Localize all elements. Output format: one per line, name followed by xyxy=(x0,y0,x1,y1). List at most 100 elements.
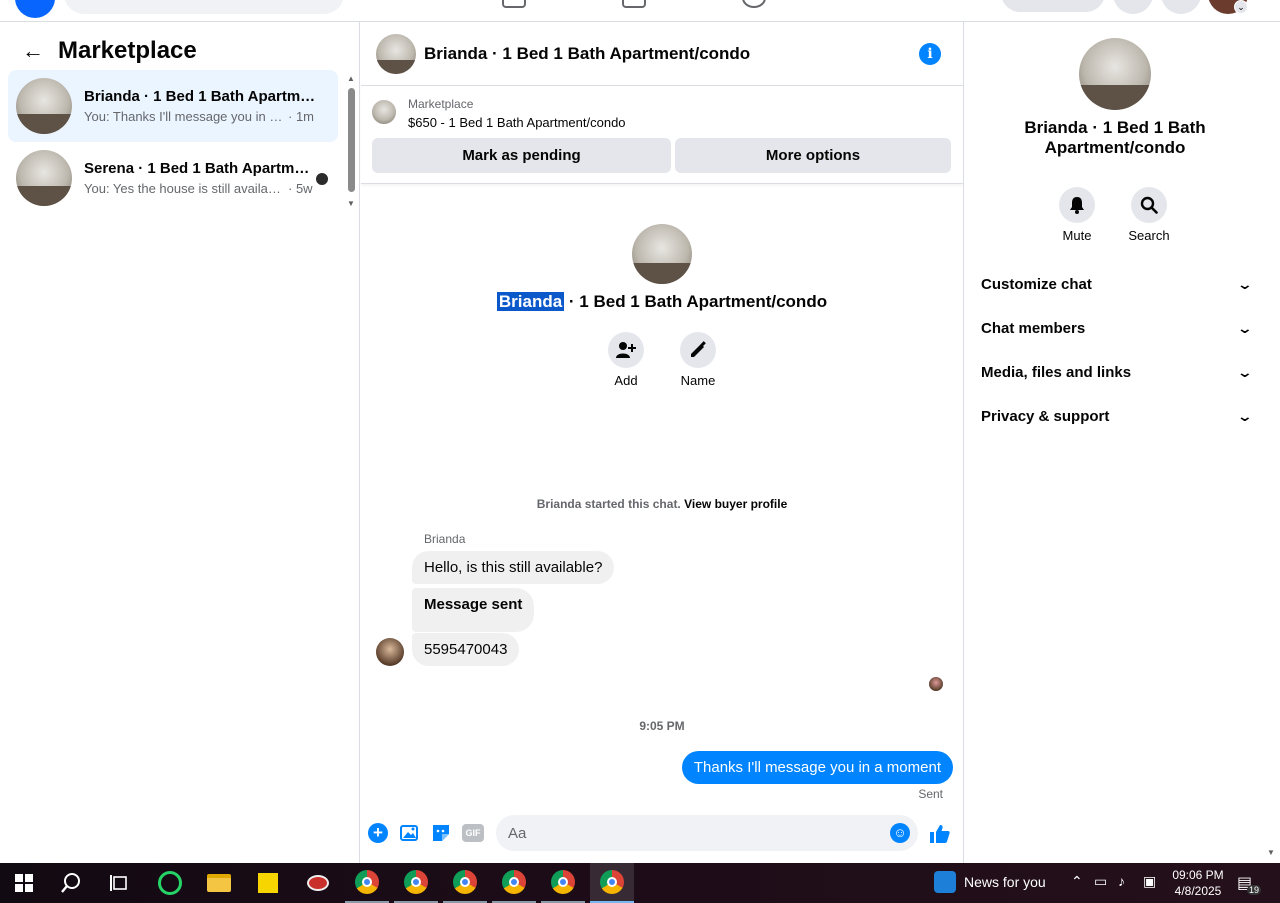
incoming-message[interactable]: Hello, is this still available? xyxy=(412,551,615,584)
seen-by-avatar xyxy=(314,171,330,187)
view-buyer-profile-link[interactable]: View buyer profile xyxy=(684,497,787,511)
info-icon[interactable]: i xyxy=(919,43,941,65)
chat-avatar[interactable] xyxy=(376,33,416,74)
conversation-name: Brianda · 1 Bed 1 Bath Apartment/condo xyxy=(84,88,316,105)
sidebar-header: ← Marketplace xyxy=(22,36,197,66)
gaming-nav-icon[interactable] xyxy=(742,0,766,8)
conversation-list: Brianda · 1 Bed 1 Bath Apartment/condo Y… xyxy=(8,70,338,214)
section-label: Chat members xyxy=(981,319,1086,337)
gif-icon[interactable]: GIF xyxy=(462,824,484,842)
back-arrow-icon[interactable]: ← xyxy=(22,40,44,62)
more-options-button[interactable]: More options xyxy=(675,138,951,173)
photo-icon[interactable] xyxy=(400,823,420,843)
conversation-time: · 1m xyxy=(288,109,314,124)
chat-members-section[interactable]: Chat members ⌄ xyxy=(981,312,1253,344)
sender-name: Brianda xyxy=(424,532,466,546)
highlighted-name: Brianda xyxy=(496,292,565,311)
mute-button[interactable]: Mute xyxy=(1047,187,1107,243)
add-person-icon xyxy=(608,332,644,368)
chevron-down-icon: ⌄ xyxy=(1236,275,1254,292)
clock-date: 4/8/2025 xyxy=(1174,884,1222,898)
search-icon xyxy=(1131,187,1167,223)
account-chevron-icon[interactable]: ⌄ xyxy=(1234,0,1248,14)
windows-logo-icon xyxy=(15,874,33,892)
news-widget[interactable]: News for you xyxy=(934,871,1046,893)
emoji-icon[interactable]: ☺ xyxy=(890,823,910,843)
facebook-logo-icon[interactable] xyxy=(15,0,55,18)
find-friends-button[interactable] xyxy=(1001,0,1105,12)
sticky-notes-icon[interactable] xyxy=(246,863,290,903)
chat-details-panel: Brianda · 1 Bed 1 Bath Apartment/condo M… xyxy=(963,22,1280,863)
chevron-down-icon: ⌄ xyxy=(1236,363,1254,380)
listing-price-title[interactable]: $650 - 1 Bed 1 Bath Apartment/condo xyxy=(408,115,626,130)
chrome-profile-6-icon[interactable] xyxy=(590,863,634,903)
conversation-snippet: You: Yes the house is still availab... xyxy=(84,181,284,196)
listing-source-label: Marketplace xyxy=(408,97,474,111)
message-composer: + GIF ☺ xyxy=(361,812,963,854)
whatsapp-icon[interactable] xyxy=(148,863,192,903)
task-view-icon[interactable] xyxy=(97,863,141,903)
scroll-down-arrow-icon[interactable]: ▼ xyxy=(346,199,356,208)
notification-count-badge: 19 xyxy=(1247,885,1262,895)
marketplace-nav-icon[interactable] xyxy=(502,0,526,8)
started-text: Brianda started this chat. xyxy=(536,497,685,511)
file-explorer-icon[interactable] xyxy=(197,863,241,903)
mark-as-pending-button[interactable]: Mark as pending xyxy=(372,138,671,173)
sender-avatar[interactable] xyxy=(376,638,404,666)
sidebar-scrollbar[interactable]: ▲ ▼ xyxy=(346,74,356,208)
search-in-chat-button[interactable]: Search xyxy=(1119,187,1179,243)
outgoing-message[interactable]: Thanks I'll message you in a moment xyxy=(681,751,953,784)
plus-icon[interactable]: + xyxy=(368,823,388,843)
app-icon[interactable] xyxy=(296,863,340,903)
conversation-item-serena[interactable]: Serena · 1 Bed 1 Bath Apartment/condo Yo… xyxy=(8,142,338,214)
page-scroll-down-arrow-icon[interactable]: ▼ xyxy=(1267,848,1275,857)
name-chat-button[interactable]: Name xyxy=(668,332,728,388)
menu-grid-button[interactable] xyxy=(1113,0,1153,14)
start-button[interactable] xyxy=(2,863,46,903)
sidebar-title: Marketplace xyxy=(58,37,197,64)
add-people-button[interactable]: Add xyxy=(596,332,656,388)
thumbs-up-icon[interactable] xyxy=(929,823,950,843)
groups-nav-icon[interactable] xyxy=(622,0,646,8)
network-icon[interactable]: ▭ xyxy=(1094,873,1107,890)
message-input[interactable] xyxy=(496,815,918,851)
chrome-profile-2-icon[interactable] xyxy=(394,863,438,903)
volume-icon[interactable]: ♪ xyxy=(1118,873,1125,889)
listing-thumbnail xyxy=(16,78,72,134)
chat-panel: Brianda · 1 Bed 1 Bath Apartment/condo i… xyxy=(361,22,963,863)
listing-thumbnail[interactable] xyxy=(372,100,396,124)
marketplace-sidebar: ← Marketplace Brianda · 1 Bed 1 Bath Apa… xyxy=(0,22,360,863)
conversation-name: Serena · 1 Bed 1 Bath Apartment/condo xyxy=(84,160,316,177)
section-label: Media, files and links xyxy=(981,363,1132,381)
tray-overflow-chevron-icon[interactable]: ⌃ xyxy=(1071,873,1083,890)
taskbar-clock[interactable]: 09:06 PM 4/8/2025 xyxy=(1170,867,1226,899)
listing-thumbnail xyxy=(16,150,72,206)
privacy-support-section[interactable]: Privacy & support ⌄ xyxy=(981,400,1254,432)
scrollbar-thumb[interactable] xyxy=(348,88,355,192)
chrome-profile-1-icon[interactable] xyxy=(345,863,389,903)
chevron-down-icon: ⌄ xyxy=(1236,407,1254,424)
conversation-item-brianda[interactable]: Brianda · 1 Bed 1 Bath Apartment/condo Y… xyxy=(8,70,338,142)
customize-chat-section[interactable]: Customize chat ⌄ xyxy=(981,268,1254,300)
meet-now-icon[interactable]: ▣ xyxy=(1143,873,1156,890)
scroll-up-arrow-icon[interactable]: ▲ xyxy=(346,74,356,83)
sticker-icon[interactable] xyxy=(431,823,451,843)
listing-banner: Marketplace $650 - 1 Bed 1 Bath Apartmen… xyxy=(361,87,963,184)
read-receipt-avatar xyxy=(929,677,943,691)
incoming-message[interactable]: Message sent xyxy=(412,588,535,632)
incoming-message[interactable]: 5595470043 xyxy=(412,633,520,666)
chrome-profile-5-icon[interactable] xyxy=(541,863,585,903)
search-taskbar-icon[interactable] xyxy=(49,863,93,903)
conversation-snippet: You: Thanks I'll message you in a ... xyxy=(84,109,284,124)
facebook-search-field[interactable] xyxy=(64,0,344,14)
intro-title-rest: · 1 Bed 1 Bath Apartment/condo xyxy=(564,292,828,311)
chrome-profile-4-icon[interactable] xyxy=(492,863,536,903)
chat-title[interactable]: Brianda · 1 Bed 1 Bath Apartment/condo xyxy=(424,44,750,64)
section-label: Privacy & support xyxy=(981,407,1110,425)
messenger-button[interactable] xyxy=(1161,0,1201,14)
details-title: Brianda · 1 Bed 1 Bath Apartment/condo xyxy=(1024,118,1206,157)
add-label: Add xyxy=(614,373,638,388)
message-timestamp: 9:05 PM xyxy=(639,719,685,733)
chrome-profile-3-icon[interactable] xyxy=(443,863,487,903)
media-files-links-section[interactable]: Media, files and links ⌄ xyxy=(981,356,1254,388)
